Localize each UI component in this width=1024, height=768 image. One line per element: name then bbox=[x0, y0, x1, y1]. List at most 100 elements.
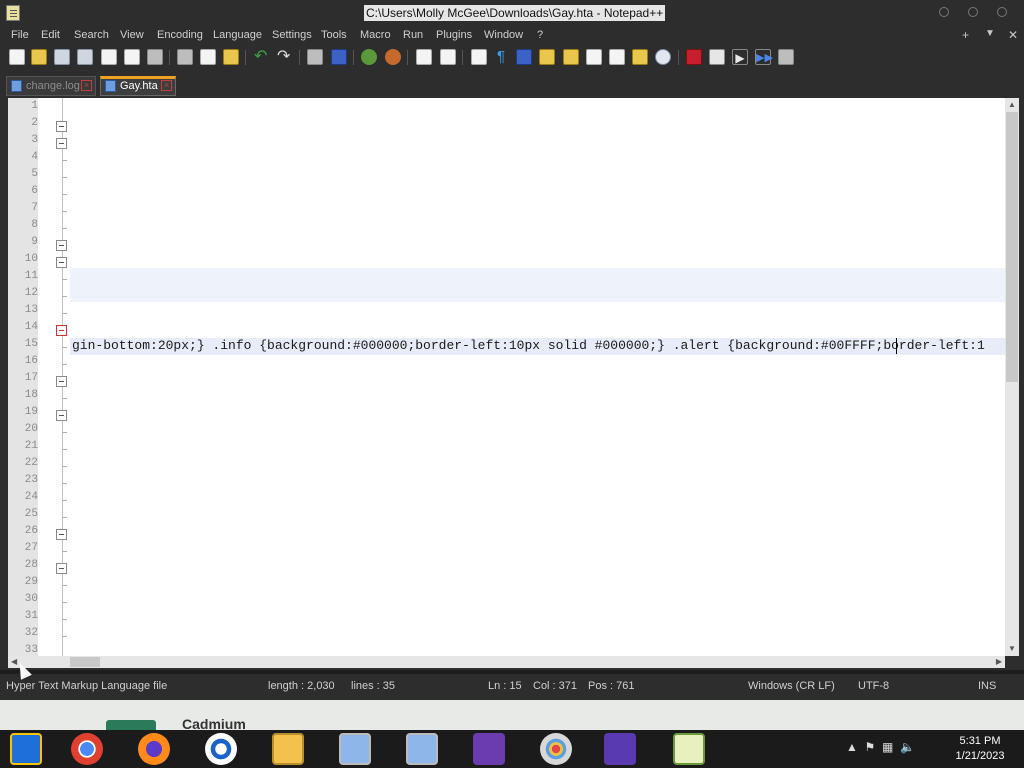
fold-toggle-icon[interactable] bbox=[56, 121, 67, 132]
vertical-scroll-thumb[interactable] bbox=[1006, 112, 1018, 382]
fold-toggle-icon[interactable] bbox=[56, 529, 67, 540]
menu-tools[interactable]: Tools bbox=[321, 29, 347, 41]
menu-macro[interactable]: Macro bbox=[360, 29, 391, 41]
menu-encoding[interactable]: Encoding bbox=[157, 29, 203, 41]
text-area[interactable]: gin-bottom:20px;} .info {background:#000… bbox=[70, 98, 1005, 656]
close-file-icon[interactable] bbox=[101, 49, 117, 65]
notepad-plus-plus-taskbar-icon[interactable] bbox=[673, 733, 705, 765]
menu-search[interactable]: Search bbox=[74, 29, 109, 41]
redo-icon[interactable]: ↷ bbox=[277, 49, 293, 65]
fold-toggle-icon[interactable] bbox=[56, 138, 67, 149]
maximize-button[interactable] bbox=[968, 7, 978, 17]
menu-edit[interactable]: Edit bbox=[41, 29, 60, 41]
visual-studio-icon[interactable] bbox=[473, 733, 505, 765]
menu-file[interactable]: File bbox=[11, 29, 29, 41]
fold-line-marker bbox=[62, 636, 67, 637]
status-lines: lines : 35 bbox=[351, 680, 396, 692]
close-all-icon[interactable] bbox=[124, 49, 140, 65]
run-macro-multiple-icon[interactable]: ▶▶ bbox=[755, 49, 773, 65]
sync-vertical-icon[interactable] bbox=[416, 49, 432, 65]
tab-close-icon[interactable]: × bbox=[161, 80, 172, 91]
notepad-plus-plus-icon[interactable] bbox=[6, 5, 20, 21]
start-icon[interactable] bbox=[10, 733, 42, 765]
tab-list-button[interactable]: ▼ bbox=[985, 28, 995, 39]
line-number: 26 bbox=[24, 525, 38, 537]
horizontal-scroll-thumb[interactable] bbox=[70, 657, 100, 667]
show-all-characters-icon[interactable]: ¶ bbox=[493, 49, 509, 65]
close-button[interactable] bbox=[997, 7, 1007, 17]
office-icon[interactable] bbox=[205, 733, 237, 765]
clock[interactable]: 5:31 PM 1/21/2023 bbox=[944, 734, 1016, 764]
network-tool-2-icon[interactable] bbox=[406, 733, 438, 765]
status-position: Pos : 761 bbox=[588, 680, 635, 692]
fold-toggle-icon[interactable] bbox=[56, 410, 67, 421]
line-number: 12 bbox=[24, 287, 38, 299]
zoom-out-icon[interactable] bbox=[385, 49, 401, 65]
line-number: 8 bbox=[31, 219, 38, 231]
network-tool-icon[interactable] bbox=[339, 733, 371, 765]
record-macro-icon[interactable] bbox=[686, 49, 702, 65]
menu-view[interactable]: View bbox=[120, 29, 144, 41]
status-eol[interactable]: Windows (CR LF) bbox=[748, 680, 835, 692]
tab-gay-hta[interactable]: Gay.hta × bbox=[100, 76, 176, 96]
code-line[interactable]: gin-bottom:20px;} .info {background:#000… bbox=[72, 338, 985, 353]
status-insert-mode[interactable]: INS bbox=[978, 680, 996, 692]
firefox-icon[interactable] bbox=[138, 733, 170, 765]
status-encoding[interactable]: UTF-8 bbox=[858, 680, 889, 692]
paste-icon[interactable] bbox=[223, 49, 239, 65]
chrome-icon[interactable] bbox=[71, 733, 103, 765]
fold-toggle-icon[interactable] bbox=[56, 257, 67, 268]
minimize-button[interactable] bbox=[939, 7, 949, 17]
undo-icon[interactable]: ↶ bbox=[254, 49, 270, 65]
document-map-icon[interactable] bbox=[586, 49, 602, 65]
fold-toggle-icon[interactable] bbox=[56, 376, 67, 387]
menu-help[interactable]: ? bbox=[537, 29, 543, 41]
new-file-icon[interactable] bbox=[9, 49, 25, 65]
language-icon[interactable] bbox=[539, 49, 555, 65]
paint-icon[interactable] bbox=[540, 733, 572, 765]
word-wrap-icon[interactable] bbox=[471, 49, 487, 65]
save-macro-icon[interactable] bbox=[778, 49, 794, 65]
fold-line-marker bbox=[62, 585, 67, 586]
sync-horizontal-icon[interactable] bbox=[440, 49, 456, 65]
vertical-scrollbar[interactable]: ▲ ▼ bbox=[1005, 98, 1019, 656]
menu-plugins[interactable]: Plugins bbox=[436, 29, 472, 41]
menu-settings[interactable]: Settings bbox=[272, 29, 312, 41]
menu-language[interactable]: Language bbox=[213, 29, 262, 41]
playback-icon[interactable]: ▶ bbox=[732, 49, 748, 65]
line-number: 15 bbox=[24, 338, 38, 350]
stop-recording-icon[interactable] bbox=[709, 49, 725, 65]
open-file-icon[interactable] bbox=[31, 49, 47, 65]
print-icon[interactable] bbox=[147, 49, 163, 65]
line-number: 4 bbox=[31, 151, 38, 163]
tab-change-log[interactable]: change.log × bbox=[6, 76, 96, 96]
fold-toggle-icon[interactable] bbox=[56, 325, 67, 336]
file-explorer-icon[interactable] bbox=[272, 733, 304, 765]
fold-line-marker bbox=[62, 296, 67, 297]
close-document-button[interactable]: ✕ bbox=[1008, 28, 1018, 42]
monitoring-icon[interactable] bbox=[655, 49, 671, 65]
menu-window[interactable]: Window bbox=[484, 29, 523, 41]
document-icon bbox=[105, 80, 116, 92]
save-icon[interactable] bbox=[54, 49, 70, 65]
people-icon[interactable] bbox=[604, 733, 636, 765]
save-all-icon[interactable] bbox=[77, 49, 93, 65]
folder-as-workspace-icon[interactable] bbox=[632, 49, 648, 65]
line-number: 10 bbox=[24, 253, 38, 265]
replace-icon[interactable] bbox=[331, 49, 347, 65]
cut-icon[interactable] bbox=[177, 49, 193, 65]
horizontal-scrollbar[interactable]: ◀ ▶ bbox=[8, 656, 1005, 668]
line-number: 32 bbox=[24, 627, 38, 639]
copy-icon[interactable] bbox=[200, 49, 216, 65]
indent-guide-icon[interactable] bbox=[516, 49, 532, 65]
menu-run[interactable]: Run bbox=[403, 29, 423, 41]
tab-close-icon[interactable]: × bbox=[81, 80, 92, 91]
document-list-icon[interactable] bbox=[609, 49, 625, 65]
fold-toggle-icon[interactable] bbox=[56, 563, 67, 574]
fold-toggle-icon[interactable] bbox=[56, 240, 67, 251]
function-list-icon[interactable] bbox=[563, 49, 579, 65]
find-icon[interactable] bbox=[307, 49, 323, 65]
add-document-button[interactable]: + bbox=[962, 28, 969, 42]
zoom-in-icon[interactable] bbox=[361, 49, 377, 65]
system-tray[interactable]: ▲ ⚑ ▦ 🔈 bbox=[846, 740, 915, 754]
